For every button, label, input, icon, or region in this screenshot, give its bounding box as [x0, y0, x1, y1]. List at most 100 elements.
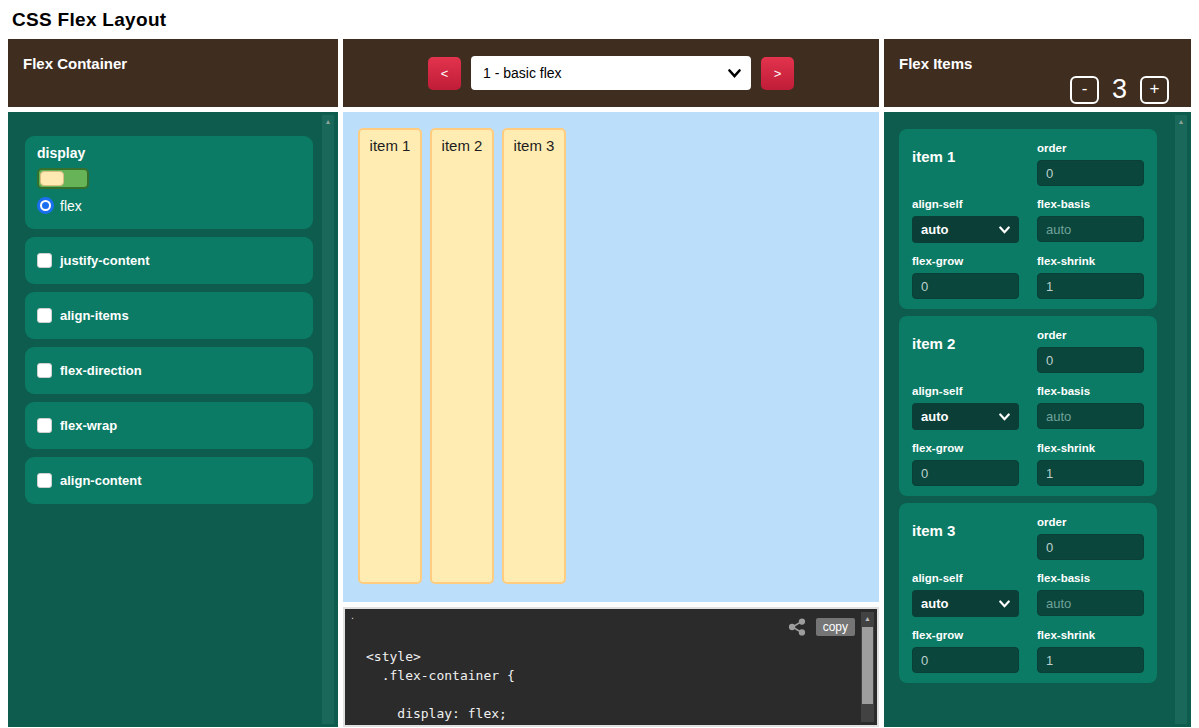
code-scrollbar[interactable]: ▲ [861, 612, 874, 722]
item-1-card: item 1 order align-self auto flex-basis [899, 129, 1157, 309]
chevron-down-icon [999, 600, 1010, 608]
item-1-flex-shrink-field: flex-shrink [1037, 255, 1144, 299]
flex-shrink-input[interactable] [1037, 460, 1144, 486]
justify-content-card[interactable]: justify-content [25, 237, 313, 284]
flex-items-panel: Flex Items - 3 + item 1 order align-self [884, 39, 1191, 727]
remove-item-button[interactable]: - [1070, 76, 1099, 104]
align-self-select[interactable]: auto [912, 216, 1019, 243]
display-toggle[interactable] [37, 168, 89, 189]
flex-direction-label: flex-direction [60, 363, 142, 378]
flex-basis-label: flex-basis [1037, 572, 1144, 584]
toggle-knob [40, 171, 64, 186]
align-self-select[interactable]: auto [912, 403, 1019, 430]
code-scroll-thumb[interactable] [862, 627, 873, 704]
chevron-down-icon [999, 226, 1010, 234]
item-3-card: item 3 order align-self auto flex-basis [899, 503, 1157, 683]
item-3-flex-shrink-field: flex-shrink [1037, 629, 1144, 673]
code-scroll-up-icon[interactable]: ▲ [861, 612, 874, 622]
flex-radio-dot [42, 202, 49, 209]
flex-grow-label: flex-grow [912, 442, 1019, 454]
item-2-flex-basis-field: flex-basis [1037, 385, 1144, 430]
justify-content-label: justify-content [60, 253, 150, 268]
align-content-card[interactable]: align-content [25, 457, 313, 504]
prev-example-button[interactable]: < [428, 57, 461, 90]
order-label: order [1037, 142, 1144, 154]
left-panel-scrollbar[interactable]: ▲ [322, 115, 334, 724]
align-self-label: align-self [912, 572, 1019, 584]
flex-shrink-label: flex-shrink [1037, 442, 1144, 454]
flex-radio[interactable] [37, 197, 54, 214]
add-item-button[interactable]: + [1140, 76, 1169, 104]
align-content-label: align-content [60, 473, 142, 488]
item-2-flex-grow-field: flex-grow [912, 442, 1019, 486]
item-1-flex-basis-field: flex-basis [1037, 198, 1144, 243]
flex-wrap-label: flex-wrap [60, 418, 117, 433]
flex-grow-input[interactable] [912, 647, 1019, 673]
item-3-flex-basis-field: flex-basis [1037, 572, 1144, 617]
flex-basis-input[interactable] [1037, 216, 1144, 242]
display-flex-radio-row[interactable]: flex [37, 197, 301, 214]
align-content-checkbox[interactable] [37, 473, 52, 488]
align-self-value: auto [921, 409, 948, 424]
item-3-name: item 3 [912, 516, 1019, 560]
demo-item-1: item 1 [358, 128, 422, 584]
flex-radio-label: flex [60, 198, 82, 214]
flex-container-title: Flex Container [23, 55, 127, 72]
align-self-select[interactable]: auto [912, 590, 1019, 617]
preview-column: < 1 - basic flex > item 1 item 2 item 3 … [343, 39, 879, 727]
display-label: display [37, 145, 301, 161]
flex-direction-checkbox[interactable] [37, 363, 52, 378]
order-input[interactable] [1037, 534, 1144, 560]
flex-shrink-input[interactable] [1037, 647, 1144, 673]
flex-grow-input[interactable] [912, 460, 1019, 486]
flex-container-panel: Flex Container display flex justify-cont… [8, 39, 338, 727]
flex-basis-input[interactable] [1037, 403, 1144, 429]
example-select[interactable]: 1 - basic flex [471, 56, 751, 90]
flex-shrink-label: flex-shrink [1037, 629, 1144, 641]
item-3-align-self-field: align-self auto [912, 572, 1019, 617]
flex-grow-input[interactable] [912, 273, 1019, 299]
scroll-up-icon[interactable]: ▲ [322, 115, 334, 125]
align-items-card[interactable]: align-items [25, 292, 313, 339]
chevron-down-icon [728, 69, 741, 78]
flex-wrap-checkbox[interactable] [37, 418, 52, 433]
page-title: CSS Flex Layout [12, 9, 1199, 31]
share-icon[interactable] [788, 618, 806, 636]
main-layout: Flex Container display flex justify-cont… [0, 39, 1199, 727]
item-1-align-self-field: align-self auto [912, 198, 1019, 243]
item-2-name: item 2 [912, 329, 1019, 373]
flex-items-header: Flex Items - 3 + [884, 39, 1191, 107]
flex-items-title: Flex Items [899, 55, 972, 72]
display-card: display flex [25, 136, 313, 229]
demo-item-2: item 2 [430, 128, 494, 584]
flex-direction-card[interactable]: flex-direction [25, 347, 313, 394]
item-1-order-field: order [1037, 142, 1144, 186]
flex-shrink-input[interactable] [1037, 273, 1144, 299]
align-self-value: auto [921, 596, 948, 611]
flex-shrink-label: flex-shrink [1037, 255, 1144, 267]
order-label: order [1037, 516, 1144, 528]
flex-demo-container: item 1 item 2 item 3 [343, 112, 879, 602]
item-2-flex-shrink-field: flex-shrink [1037, 442, 1144, 486]
code-panel: . copy <style> .flex-container { display… [343, 607, 879, 727]
flex-basis-label: flex-basis [1037, 198, 1144, 210]
right-panel-scrollbar[interactable]: ▲ [1175, 115, 1187, 724]
flex-grow-label: flex-grow [912, 255, 1019, 267]
item-2-order-field: order [1037, 329, 1144, 373]
demo-item-3: item 3 [502, 128, 566, 584]
scroll-up-icon[interactable]: ▲ [1175, 115, 1187, 125]
order-input[interactable] [1037, 160, 1144, 186]
align-items-label: align-items [60, 308, 129, 323]
align-self-label: align-self [912, 198, 1019, 210]
align-items-checkbox[interactable] [37, 308, 52, 323]
order-input[interactable] [1037, 347, 1144, 373]
item-counter: - 3 + [1070, 74, 1169, 105]
flex-wrap-card[interactable]: flex-wrap [25, 402, 313, 449]
copy-button[interactable]: copy [816, 618, 855, 636]
justify-content-checkbox[interactable] [37, 253, 52, 268]
example-select-value: 1 - basic flex [483, 65, 562, 81]
item-2-align-self-field: align-self auto [912, 385, 1019, 430]
flex-basis-input[interactable] [1037, 590, 1144, 616]
code-text: <style> .flex-container { display: flex; [366, 647, 515, 723]
next-example-button[interactable]: > [761, 57, 794, 90]
